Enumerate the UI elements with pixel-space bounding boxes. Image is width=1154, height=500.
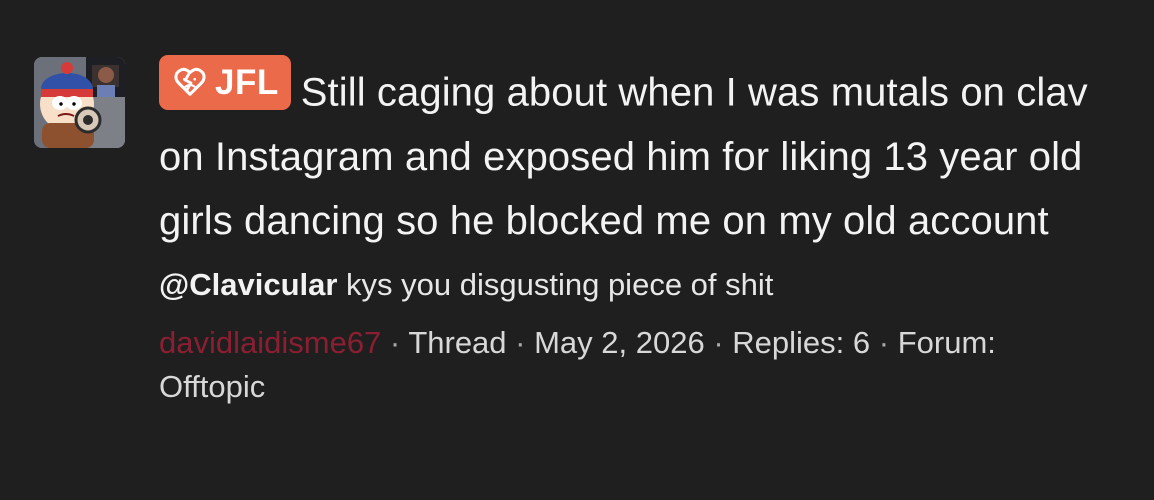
meta-separator: ·	[506, 324, 535, 360]
user-avatar[interactable]	[34, 57, 125, 148]
broken-heart-sad-icon	[173, 66, 207, 100]
thread-title[interactable]: Still caging about when I was mutals on …	[159, 71, 1088, 243]
user-mention-link[interactable]: @Clavicular	[159, 267, 337, 302]
thread-prefix-badge[interactable]: JFL	[159, 55, 291, 110]
thread-date: May 2, 2026	[534, 324, 705, 360]
meta-separator: ·	[704, 324, 733, 360]
forum-link[interactable]: Offtopic	[159, 369, 265, 404]
thread-meta: davidlaidisme67 · Thread · May 2, 2026 ·…	[159, 321, 1119, 409]
reply-count: Replies: 6	[732, 324, 871, 360]
snippet-text: kys you disgusting piece of shit	[337, 266, 774, 302]
thread-content: JFL Still caging about when I was mutals…	[159, 55, 1119, 409]
avatar-image	[34, 57, 125, 148]
thread-prefix-label: JFL	[215, 63, 279, 102]
forum-label: Forum:	[897, 324, 996, 360]
meta-separator: ·	[870, 324, 898, 360]
thread-title-line[interactable]: JFL Still caging about when I was mutals…	[159, 55, 1119, 253]
meta-separator: ·	[381, 324, 409, 360]
author-link[interactable]: davidlaidisme67	[159, 325, 381, 360]
content-type-label: Thread	[408, 324, 507, 360]
thread-list-item[interactable]: JFL Still caging about when I was mutals…	[0, 0, 1154, 500]
thread-snippet: @Clavicular kys you disgusting piece of …	[159, 265, 1119, 305]
